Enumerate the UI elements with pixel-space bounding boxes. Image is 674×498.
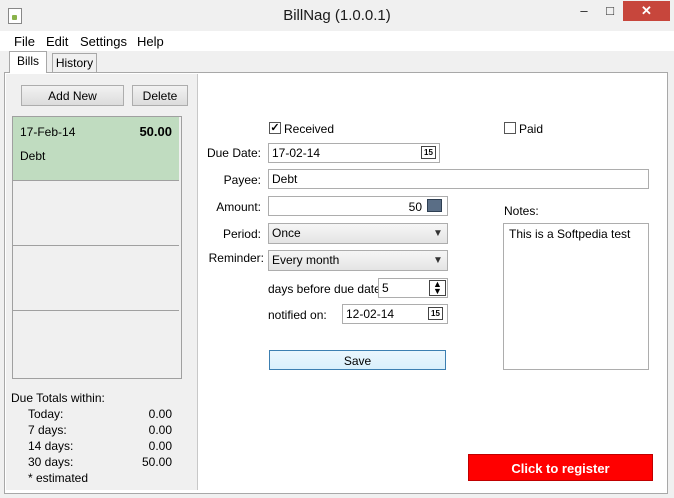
panel-splitter[interactable] <box>197 74 198 490</box>
due-date-value: 17-02-14 <box>272 146 321 160</box>
calculator-icon[interactable] <box>427 199 442 212</box>
maximize-button[interactable]: □ <box>597 1 623 21</box>
menu-help[interactable]: Help <box>137 34 164 49</box>
payee-label: Payee: <box>223 173 261 187</box>
menu-edit[interactable]: Edit <box>46 34 68 49</box>
register-button[interactable]: Click to register <box>468 454 653 481</box>
amount-label: Amount: <box>216 200 261 214</box>
notified-label: notified on: <box>268 308 327 322</box>
totals-heading: Due Totals within: <box>11 391 105 405</box>
days-before-label: days before due date: <box>268 282 385 296</box>
notes-label: Notes: <box>504 204 539 218</box>
tab-bills[interactable]: Bills <box>9 51 47 73</box>
received-checkbox[interactable]: ✓ <box>269 122 281 134</box>
calendar-icon[interactable]: 15 <box>428 307 443 320</box>
save-button[interactable]: Save <box>269 350 446 370</box>
reminder-select[interactable]: Every month <box>268 250 448 271</box>
reminder-label: Reminder: <box>208 251 264 265</box>
totals-14days-value: 0.00 <box>148 439 172 453</box>
amount-value: 50 <box>408 200 422 214</box>
delete-button[interactable]: Delete <box>132 85 188 106</box>
totals-7days-label: 7 days: <box>28 423 67 437</box>
period-label: Period: <box>222 227 261 241</box>
period-value: Once <box>272 226 301 240</box>
add-new-button[interactable]: Add New <box>21 85 124 106</box>
paid-checkbox[interactable] <box>504 122 516 134</box>
payee-field[interactable]: Debt <box>268 169 649 189</box>
chevron-down-icon: ▼ <box>433 228 443 239</box>
totals-30days-value: 50.00 <box>141 455 172 469</box>
menu-settings[interactable]: Settings <box>80 34 127 49</box>
spinner-icon[interactable]: ▲ ▼ <box>429 280 446 296</box>
notes-textarea[interactable]: This is a Softpedia test <box>503 223 649 370</box>
totals-today-value: 0.00 <box>148 407 172 421</box>
notified-on-value: 12-02-14 <box>346 307 395 321</box>
paid-label: Paid <box>519 122 544 136</box>
period-select[interactable]: Once <box>268 223 448 244</box>
notes-value: This is a Softpedia test <box>509 227 631 241</box>
totals-today-label: Today: <box>28 407 64 421</box>
totals-7days-value: 0.00 <box>148 423 172 437</box>
minimize-button[interactable]: – <box>571 1 597 21</box>
payee-value: Debt <box>272 172 298 186</box>
bill-date: 17-Feb-14 <box>20 125 76 139</box>
bill-slot-empty <box>13 247 179 311</box>
received-label: Received <box>284 122 335 136</box>
tab-history[interactable]: History <box>52 53 97 73</box>
reminder-value: Every month <box>272 253 340 267</box>
bill-amount: 50.00 <box>139 124 172 139</box>
close-button[interactable]: ✕ <box>623 1 670 21</box>
bill-name: Debt <box>20 149 46 163</box>
estimated-note: * estimated <box>28 471 89 485</box>
bill-slot-empty <box>13 312 179 376</box>
due-date-label: Due Date: <box>206 146 261 160</box>
menu-file[interactable]: File <box>14 34 35 49</box>
totals-14days-label: 14 days: <box>28 439 74 453</box>
chevron-down-icon: ▼ <box>433 255 443 266</box>
bill-slot-empty <box>13 182 179 246</box>
due-date-field[interactable]: 17-02-14 <box>268 143 440 163</box>
totals-30days-label: 30 days: <box>28 455 74 469</box>
days-before-value: 5 <box>382 281 389 295</box>
calendar-icon[interactable]: 15 <box>421 146 436 159</box>
